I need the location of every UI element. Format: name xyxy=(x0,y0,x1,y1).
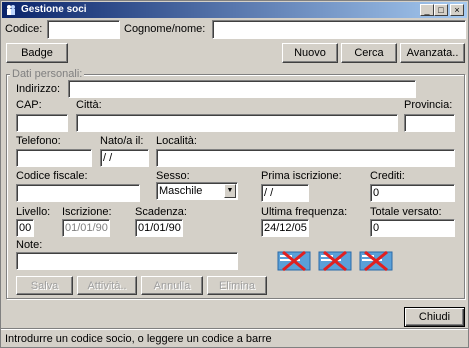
card-2-icon[interactable] xyxy=(318,250,352,272)
cf-label: Codice fiscale: xyxy=(16,170,88,182)
iscrizione-label: Iscrizione: xyxy=(62,206,112,218)
elimina-button[interactable]: Elimina xyxy=(207,276,267,295)
scadenza-input[interactable]: 01/01/90 xyxy=(135,219,183,237)
sesso-selected: Maschile xyxy=(159,185,203,197)
prima-input[interactable]: / / xyxy=(261,184,309,202)
main-window: Gestione soci _ □ × Codice: Cognome/nome… xyxy=(0,0,469,348)
card-1-icon[interactable] xyxy=(277,250,311,272)
sesso-label: Sesso: xyxy=(156,170,190,182)
note-input[interactable] xyxy=(16,252,238,270)
crediti-label: Crediti: xyxy=(370,170,405,182)
badge-button[interactable]: Badge xyxy=(6,43,68,63)
citta-input[interactable] xyxy=(76,114,398,132)
status-bar: Introdurre un codice socio, o leggere un… xyxy=(1,330,468,347)
cap-label: CAP: xyxy=(16,99,42,111)
title-bar[interactable]: Gestione soci _ □ × xyxy=(2,2,467,18)
indirizzo-label: Indirizzo: xyxy=(16,83,61,95)
minimize-button[interactable]: _ xyxy=(420,4,434,16)
livello-label: Livello: xyxy=(16,206,51,218)
app-icon xyxy=(7,5,15,15)
cognome-label: Cognome/nome: xyxy=(124,23,206,35)
citta-label: Città: xyxy=(76,99,102,111)
cap-input[interactable] xyxy=(16,114,68,132)
crediti-input[interactable]: 0 xyxy=(370,184,455,202)
totale-label: Totale versato: xyxy=(370,206,442,218)
cerca-button[interactable]: Cerca xyxy=(341,43,397,63)
close-button[interactable]: × xyxy=(450,4,464,16)
provincia-label: Provincia: xyxy=(404,99,453,111)
dati-personali-title: Dati personali: xyxy=(10,68,85,80)
cf-input[interactable] xyxy=(16,184,140,202)
chevron-down-icon[interactable]: ▼ xyxy=(224,184,236,198)
nato-input[interactable]: / / xyxy=(100,149,149,167)
avanzata-button[interactable]: Avanzata.. xyxy=(400,43,465,63)
window-title: Gestione soci xyxy=(21,4,87,15)
maximize-button[interactable]: □ xyxy=(434,4,448,16)
ultima-input[interactable]: 24/12/05 xyxy=(261,219,309,237)
totale-input[interactable]: 0 xyxy=(370,219,455,237)
provincia-input[interactable] xyxy=(404,114,455,132)
nato-label: Nato/a il: xyxy=(100,135,144,147)
iscrizione-input: 01/01/90 xyxy=(62,219,110,237)
prima-label: Prima iscrizione: xyxy=(261,170,342,182)
localita-label: Località: xyxy=(156,135,197,147)
scadenza-label: Scadenza: xyxy=(135,206,187,218)
localita-input[interactable] xyxy=(156,149,455,167)
salva-button[interactable]: Salva xyxy=(16,276,73,295)
card-3-icon[interactable] xyxy=(359,250,393,272)
codice-input[interactable] xyxy=(47,20,120,39)
telefono-label: Telefono: xyxy=(16,135,61,147)
telefono-input[interactable] xyxy=(16,149,92,167)
attivita-button[interactable]: Attività.. xyxy=(77,276,137,295)
status-text: Introdurre un codice socio, o leggere un… xyxy=(5,333,272,345)
codice-label: Codice: xyxy=(5,23,43,35)
sesso-select[interactable]: Maschile ▼ xyxy=(156,182,238,200)
annulla-button[interactable]: Annulla xyxy=(141,276,203,295)
cognome-input[interactable] xyxy=(212,20,466,39)
ultima-label: Ultima frequenza: xyxy=(261,206,348,218)
note-label: Note: xyxy=(16,239,43,251)
livello-input[interactable]: 00 xyxy=(16,219,34,237)
chiudi-button[interactable]: Chiudi xyxy=(404,307,465,327)
nuovo-button[interactable]: Nuovo xyxy=(282,43,338,63)
indirizzo-input[interactable] xyxy=(68,80,416,98)
